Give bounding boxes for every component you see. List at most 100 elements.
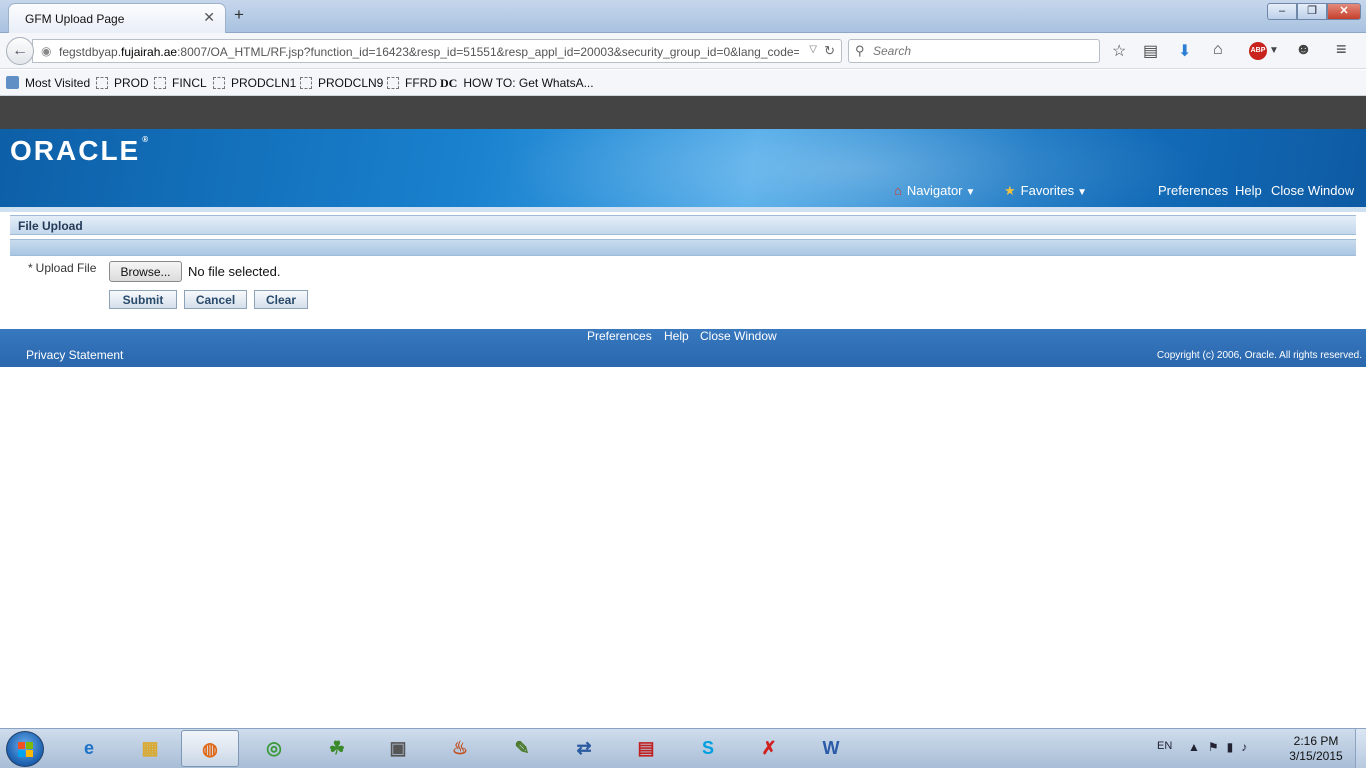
bookmark-prodcln9[interactable]: PRODCLN9 [300, 76, 383, 90]
bookmark-whatsapp-howto[interactable]: DC HOW TO: Get WhatsA... [440, 76, 594, 91]
preferences-link[interactable]: Preferences [1158, 183, 1228, 198]
close-window-button[interactable]: ✕ [1327, 3, 1361, 20]
java-icon[interactable]: ♨ [431, 730, 489, 767]
top-strip [0, 96, 1366, 129]
bookmark-fincl[interactable]: FINCL [154, 76, 207, 90]
tab-gfm-upload[interactable]: GFM Upload Page ✕ [8, 3, 226, 33]
network-app-icon[interactable]: ⇄ [555, 730, 613, 767]
show-hidden-icons-icon[interactable]: ▲ [1188, 740, 1208, 754]
bookmark-prod[interactable]: PROD [96, 76, 149, 90]
url-dropdown-icon[interactable]: ▽ [809, 44, 817, 55]
chevron-down-icon: ▼ [965, 187, 976, 198]
bookmark-ffrd[interactable]: FFRD [387, 76, 437, 90]
bookmark-most-visited[interactable]: Most Visited [6, 76, 90, 90]
required-marker: * [28, 261, 33, 275]
system-tray[interactable]: ▲⚑▮♪ [1188, 740, 1255, 754]
frog-app-icon[interactable]: ☘ [308, 730, 366, 767]
section-header: File Upload [10, 215, 1356, 235]
oracle-branding-banner: ORACLE ® ⌂ Navigator ▼ ★ Favorites ▼ Preferen… [0, 129, 1366, 207]
help-link[interactable]: Help [1235, 183, 1262, 198]
chevron-down-icon: ▼ [1077, 187, 1088, 198]
language-indicator[interactable]: EN [1157, 740, 1172, 752]
minimize-button[interactable]: – [1267, 3, 1297, 20]
home-icon[interactable]: ⌂ [1213, 41, 1223, 59]
bookmark-label: FINCL [172, 76, 207, 90]
search-icon: ⚲ [855, 43, 865, 58]
chrome-icon[interactable]: ◎ [245, 730, 303, 767]
search-box[interactable]: ⚲ [848, 39, 1100, 63]
bookmark-star-icon[interactable]: ☆ [1112, 41, 1126, 61]
restore-button[interactable]: ❐ [1297, 3, 1327, 20]
url-text[interactable]: fegstdbyap.fujairah.ae:8007/OA_HTML/RF.j… [59, 45, 799, 59]
footer-help-link[interactable]: Help [664, 329, 689, 343]
dc-icon: DC [440, 76, 458, 90]
bookmark-label: PROD [114, 76, 149, 90]
menu-icon[interactable]: ≡ [1336, 39, 1347, 60]
bookmark-label: FFRD [405, 76, 437, 90]
logo-text: ORACLE [10, 135, 141, 166]
volume-muted-icon[interactable]: ♪ [1241, 740, 1255, 754]
reading-list-icon[interactable]: ▤ [1143, 41, 1158, 61]
file-explorer-icon[interactable]: ▦ [121, 730, 179, 767]
paint-app-icon[interactable]: ✗ [740, 730, 798, 767]
submit-button[interactable]: Submit [109, 290, 177, 309]
favorites-menu[interactable]: ★ Favorites ▼ [1004, 183, 1087, 199]
clear-button[interactable]: Clear [254, 290, 308, 309]
folder-icon [387, 77, 399, 89]
back-arrow-icon: ← [12, 42, 28, 59]
footer-preferences-link[interactable]: Preferences [587, 329, 652, 343]
close-window-link[interactable]: Close Window [1271, 183, 1354, 198]
browse-button[interactable]: Browse... [109, 261, 182, 282]
navigation-toolbar: ◉ fegstdbyap.fujairah.ae:8007/OA_HTML/RF… [0, 33, 1366, 69]
footer-close-window-link[interactable]: Close Window [700, 329, 777, 343]
start-button[interactable] [6, 731, 44, 767]
oracle-logo: ORACLE ® [10, 135, 150, 167]
registered-mark: ® [142, 135, 151, 144]
back-button[interactable]: ← [6, 37, 34, 65]
subsection-bar [10, 239, 1356, 256]
remote-access-icon[interactable]: ▣ [369, 730, 427, 767]
folder-icon [154, 77, 166, 89]
windows-taskbar: e ▦ ◍ ◎ ☘ ▣ ♨ ✎ ⇄ ▤ S ✗ W EN ▲⚑▮♪ 2:16 P… [0, 728, 1366, 768]
bookmarks-toolbar: Most Visited PROD FINCL PRODCLN1 PRODCLN… [0, 70, 1366, 96]
search-input[interactable] [873, 42, 1093, 60]
internet-explorer-icon[interactable]: e [60, 730, 118, 767]
chevron-down-icon[interactable]: ▼ [1269, 45, 1279, 56]
word-icon[interactable]: W [802, 730, 860, 767]
navigator-label: Navigator [906, 183, 963, 198]
cancel-button[interactable]: Cancel [184, 290, 247, 309]
bookmark-label: HOW TO: Get WhatsA... [463, 76, 594, 90]
reload-icon[interactable]: ↻ [824, 43, 835, 59]
folder-icon [300, 77, 312, 89]
notepad-app-icon[interactable]: ✎ [493, 730, 551, 767]
windows-logo-icon [18, 742, 34, 758]
favorites-folder-icon: ★ [1004, 183, 1016, 198]
navigator-menu[interactable]: ⌂ Navigator ▼ [894, 183, 975, 198]
folder-icon [96, 77, 108, 89]
chat-icon[interactable]: ☻ [1295, 41, 1312, 59]
download-icon[interactable]: ⬇ [1178, 41, 1191, 61]
tab-strip: GFM Upload Page ✕ + – ❐ ✕ [0, 0, 1366, 33]
tab-title: GFM Upload Page [25, 12, 125, 26]
adblock-icon[interactable]: ABP [1249, 42, 1267, 60]
new-tab-button[interactable]: + [234, 5, 244, 25]
banner-divider [0, 207, 1366, 212]
globe-icon: ◉ [41, 44, 52, 58]
system-clock[interactable]: 2:16 PM 3/15/2015 [1280, 734, 1352, 764]
close-tab-icon[interactable]: ✕ [203, 9, 215, 26]
bookmark-prodcln1[interactable]: PRODCLN1 [213, 76, 296, 90]
upload-file-label: * Upload File [28, 261, 96, 275]
show-desktop-button[interactable] [1355, 729, 1366, 768]
home-icon: ⌂ [894, 183, 902, 198]
firefox-icon[interactable]: ◍ [181, 730, 239, 767]
browser-window: GFM Upload Page ✕ + – ❐ ✕ ◉ fegstdbyap.f… [0, 0, 1366, 768]
privacy-statement-link[interactable]: Privacy Statement [26, 348, 123, 362]
copyright-text: Copyright (c) 2006, Oracle. All rights r… [1156, 350, 1362, 361]
network-icon[interactable]: ▮ [1227, 740, 1242, 754]
skype-icon[interactable]: S [679, 730, 737, 767]
url-host-prefix: fegstdbyap. [59, 45, 122, 59]
action-center-icon[interactable]: ⚑ [1208, 740, 1227, 754]
form-app-icon[interactable]: ▤ [617, 730, 675, 767]
page-footer: Preferences Help Close Window Privacy St… [0, 329, 1366, 367]
address-bar[interactable]: ◉ fegstdbyap.fujairah.ae:8007/OA_HTML/RF… [32, 39, 842, 63]
